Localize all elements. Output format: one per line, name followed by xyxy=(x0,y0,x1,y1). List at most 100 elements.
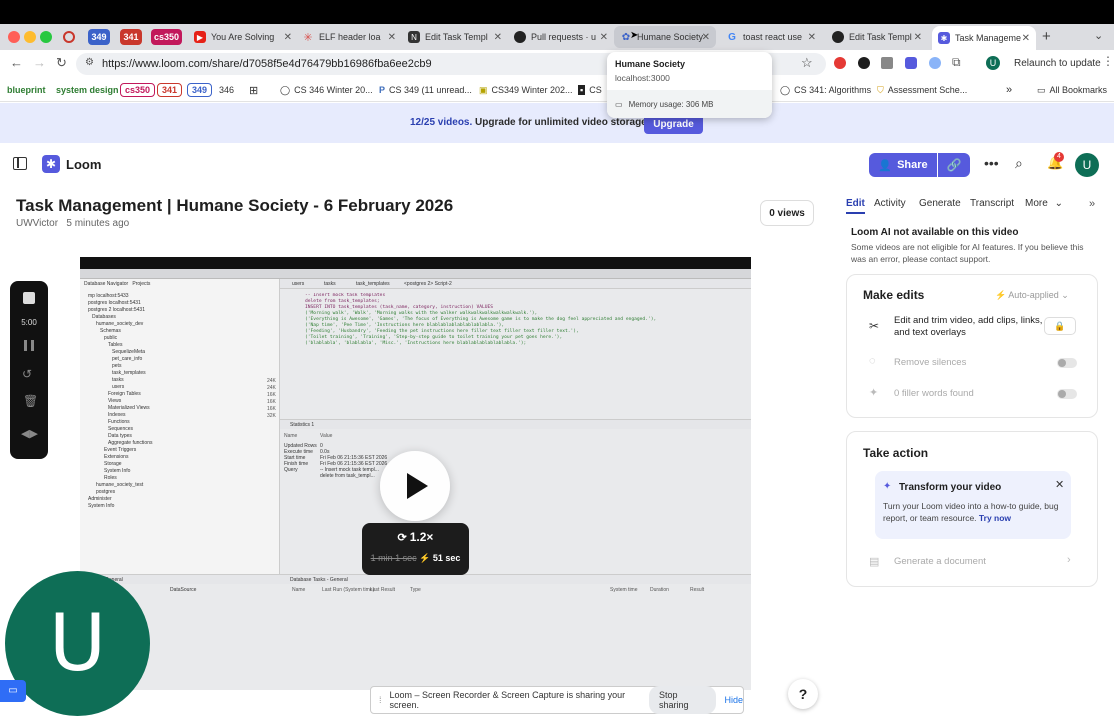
more-options-icon[interactable]: ••• xyxy=(984,155,999,171)
bookmark-blueprint[interactable]: blueprint xyxy=(7,82,46,98)
bookmark-349[interactable]: 349 xyxy=(187,83,213,97)
bookmark-cs350[interactable]: cs350 xyxy=(120,83,156,97)
tab-edit-task-2[interactable]: Edit Task Templ ✕ xyxy=(826,26,928,48)
collapse-icon[interactable]: ◀▶ xyxy=(21,427,38,440)
db-tree-item[interactable]: task_templates xyxy=(86,370,276,377)
tab-toast[interactable]: Gtoast react use ✕ xyxy=(720,26,822,48)
extension-icon[interactable] xyxy=(834,57,846,69)
try-now-link[interactable]: Try now xyxy=(979,513,1011,523)
close-icon[interactable]: ✕ xyxy=(1055,478,1064,491)
db-tree-item[interactable]: Roles xyxy=(86,475,276,482)
bookmark-cs349-piazza[interactable]: P CS 349 (11 unread... xyxy=(379,82,472,98)
close-window-button[interactable] xyxy=(8,31,20,43)
bookmark-341[interactable]: 341 xyxy=(157,83,183,97)
tab-elf[interactable]: ✳ ELF header loa ✕ xyxy=(296,26,402,48)
db-tree-item[interactable]: Administer xyxy=(86,496,276,503)
user-avatar[interactable]: U xyxy=(1075,153,1099,177)
bookmark-cs346[interactable]: ◯ CS 346 Winter 20... xyxy=(280,82,373,98)
tab-group-349[interactable]: 349 xyxy=(88,29,110,45)
db-tree-item[interactable]: Storage xyxy=(86,461,276,468)
bookmark-346[interactable]: 346 xyxy=(219,82,234,98)
close-tab-icon[interactable]: ✕ xyxy=(702,32,710,43)
db-tree-item[interactable]: pet_care_info xyxy=(86,356,276,363)
stop-icon[interactable] xyxy=(23,292,35,304)
edit-trim-text[interactable]: Edit and trim video, add clips, links, a… xyxy=(894,315,1044,339)
feedback-tab-icon[interactable]: ▭ xyxy=(0,680,26,702)
db-tree-item[interactable]: public xyxy=(86,335,276,342)
tab-task-management[interactable]: ✱ Task Manageme ✕ xyxy=(932,26,1036,50)
close-tab-icon[interactable]: ✕ xyxy=(1022,33,1030,44)
db-tree-item[interactable]: Event Triggers xyxy=(86,447,276,454)
db-tree-item[interactable]: Materialized Views xyxy=(86,405,276,412)
stop-sharing-button[interactable]: Stop sharing xyxy=(648,686,717,714)
db-tree-item[interactable]: Databases xyxy=(86,314,276,321)
db-tree-item[interactable]: Data types xyxy=(86,433,276,440)
extension-icon[interactable] xyxy=(881,57,893,69)
filler-words-toggle[interactable] xyxy=(1057,389,1077,399)
db-tree-item[interactable]: humane_society_test xyxy=(86,482,276,489)
tab-group-cs350[interactable]: cs350 xyxy=(151,29,182,45)
back-icon[interactable]: ← xyxy=(10,55,23,70)
tab-more[interactable]: More ⌄ xyxy=(1025,198,1063,209)
author-name[interactable]: UWVictor xyxy=(16,218,58,229)
camera-bubble[interactable]: U xyxy=(5,571,150,716)
close-tab-icon[interactable]: ✕ xyxy=(914,32,922,43)
maximize-window-button[interactable] xyxy=(40,31,52,43)
lock-icon[interactable]: 🔒 xyxy=(1044,317,1076,335)
help-button[interactable]: ? xyxy=(788,679,818,709)
auto-applied-dropdown[interactable]: ⚡ Auto-applied ⌄ xyxy=(995,290,1069,301)
extension-icon[interactable] xyxy=(929,57,941,69)
bookmark-cs341[interactable]: ◯ CS 341: Algorithms xyxy=(780,82,871,98)
forward-icon[interactable]: → xyxy=(33,55,46,70)
new-tab-button[interactable]: + xyxy=(1042,28,1051,45)
tab-search-chevron-icon[interactable]: ⌄ xyxy=(1094,29,1103,42)
close-tab-icon[interactable]: ✕ xyxy=(388,32,396,43)
db-tree-item[interactable]: System Info xyxy=(86,468,276,475)
apps-grid-icon[interactable]: ⊞ xyxy=(249,82,258,98)
copy-link-button[interactable]: 🔗 xyxy=(938,153,970,177)
sidebar-toggle-icon[interactable] xyxy=(13,157,27,170)
tab-transcript[interactable]: Transcript xyxy=(970,198,1014,209)
tab-activity[interactable]: Activity xyxy=(874,198,906,209)
db-tree-item[interactable]: Tables xyxy=(86,342,276,349)
bookmark-assessment[interactable]: ⛉ Assessment Sche... xyxy=(877,82,967,98)
menu-kebab-icon[interactable]: ⋮ xyxy=(1102,54,1114,68)
db-tree-item[interactable]: humane_society_dev xyxy=(86,321,276,328)
generate-document-label[interactable]: Generate a document xyxy=(894,556,986,567)
db-tree-item[interactable]: Functions xyxy=(86,419,276,426)
db-tree-item[interactable]: Sequences xyxy=(86,426,276,433)
all-bookmarks[interactable]: ▭ All Bookmarks xyxy=(1037,82,1107,98)
site-info-icon[interactable]: ⚙ xyxy=(85,57,94,68)
remove-silences-toggle[interactable] xyxy=(1057,358,1077,368)
db-tree-item[interactable]: tasks xyxy=(86,377,276,384)
db-tree-item[interactable]: postgres xyxy=(86,489,276,496)
bookmark-cs349-winter[interactable]: ▣ CS349 Winter 202... xyxy=(479,82,573,98)
tab-youtube[interactable]: ▶ You Are Solving ✕ xyxy=(188,26,298,48)
reload-icon[interactable]: ↻ xyxy=(56,55,67,71)
tab-edit[interactable]: Edit xyxy=(846,198,865,214)
more-bookmarks-chevron-icon[interactable]: » xyxy=(1006,82,1012,98)
close-tab-icon[interactable]: ✕ xyxy=(808,32,816,43)
loom-logo-icon[interactable]: ✱ xyxy=(42,155,60,173)
tab-group-341[interactable]: 341 xyxy=(120,29,142,45)
extensions-puzzle-icon[interactable]: ⧉ xyxy=(952,55,961,70)
close-tab-icon[interactable]: ✕ xyxy=(600,32,608,43)
relaunch-button[interactable]: Relaunch to update xyxy=(1006,54,1109,74)
loom-extension-icon[interactable] xyxy=(905,57,917,69)
loom-brand[interactable]: Loom xyxy=(66,157,101,172)
views-button[interactable]: 0 views xyxy=(760,200,814,226)
db-tree-item[interactable]: Aggregate functions xyxy=(86,440,276,447)
speed-badge[interactable]: ⟳ 1.2× 1 min 1 sec ⚡ 51 sec xyxy=(362,523,469,575)
minimize-window-button[interactable] xyxy=(24,31,36,43)
trash-icon[interactable]: 🗑 xyxy=(23,394,38,408)
video-player[interactable]: Database Navigator Projects mp localhost… xyxy=(80,257,751,690)
collapse-panel-icon[interactable]: » xyxy=(1089,198,1095,210)
play-button[interactable] xyxy=(380,451,450,521)
search-icon[interactable]: ⌕ xyxy=(1015,155,1023,172)
chevron-right-icon[interactable]: › xyxy=(1067,554,1071,566)
bookmark-star-icon[interactable]: ☆ xyxy=(801,55,813,71)
profile-avatar[interactable]: U xyxy=(986,56,1000,70)
db-tree-item[interactable]: Schemas xyxy=(86,328,276,335)
extension-icon[interactable] xyxy=(858,57,870,69)
db-tree-item[interactable]: System Info xyxy=(86,503,276,510)
